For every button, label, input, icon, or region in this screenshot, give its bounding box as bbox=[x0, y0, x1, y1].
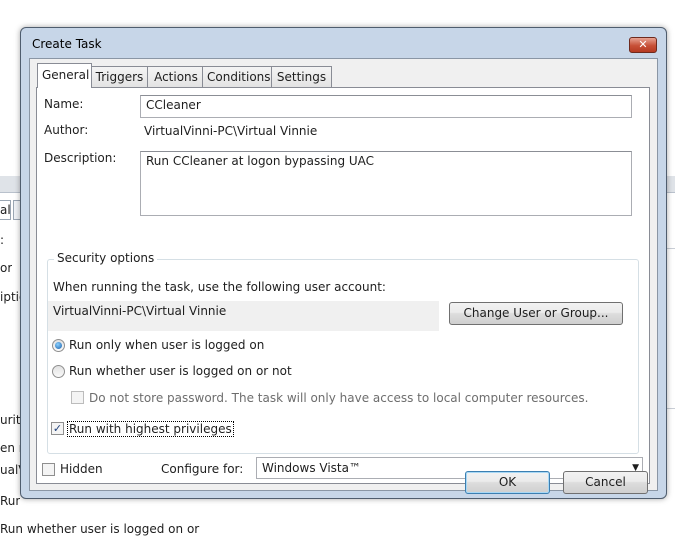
background-divider bbox=[667, 248, 675, 249]
author-label: Author: bbox=[44, 123, 89, 137]
highest-privileges-checkbox[interactable]: ✓ bbox=[51, 422, 64, 435]
dialog-client-area: General Triggers Actions Conditions Sett… bbox=[29, 58, 658, 491]
title-bar[interactable]: Create Task ✕ bbox=[21, 28, 666, 58]
background-divider bbox=[667, 408, 675, 409]
background-label: Run bbox=[0, 494, 20, 508]
ok-button[interactable]: OK bbox=[465, 471, 550, 494]
no-store-password-checkbox[interactable] bbox=[71, 391, 84, 404]
author-value: VirtualVinni-PC\Virtual Vinnie bbox=[144, 124, 318, 138]
tab-general[interactable]: General bbox=[37, 63, 92, 88]
name-input[interactable]: CCleaner bbox=[140, 95, 632, 118]
background-label: or: bbox=[0, 261, 12, 275]
no-store-password-label[interactable]: Do not store password. The task will onl… bbox=[89, 391, 588, 405]
background-label: en ru bbox=[0, 441, 20, 455]
run-whether-radio[interactable] bbox=[52, 365, 65, 378]
hidden-checkbox[interactable] bbox=[42, 463, 55, 476]
user-account-box: VirtualVinni-PC\Virtual Vinnie bbox=[48, 301, 439, 331]
description-textarea[interactable]: Run CCleaner at logon bypassing UAC bbox=[140, 151, 632, 216]
dialog-title: Create Task bbox=[32, 37, 102, 51]
security-options-legend: Security options bbox=[54, 251, 158, 265]
create-task-dialog: Create Task ✕ General Triggers Actions C… bbox=[20, 27, 667, 499]
hidden-label[interactable]: Hidden bbox=[60, 462, 103, 476]
background-bottom-text: Run whether user is logged on or not bbox=[0, 522, 200, 536]
tab-triggers[interactable]: Triggers bbox=[89, 66, 150, 87]
background-tab: al bbox=[0, 200, 11, 220]
account-prompt: When running the task, use the following… bbox=[53, 280, 386, 294]
user-account-value: VirtualVinni-PC\Virtual Vinnie bbox=[53, 304, 227, 318]
run-logged-on-radio[interactable] bbox=[52, 339, 65, 352]
run-whether-label[interactable]: Run whether user is logged on or not bbox=[69, 364, 292, 378]
tab-settings[interactable]: Settings bbox=[271, 66, 332, 87]
tab-actions[interactable]: Actions bbox=[147, 66, 205, 87]
cancel-button[interactable]: Cancel bbox=[563, 471, 648, 494]
highest-privileges-label[interactable]: Run with highest privileges bbox=[67, 421, 234, 437]
configure-for-value: Windows Vista™ bbox=[262, 461, 361, 475]
background-label: urity bbox=[0, 413, 20, 427]
close-button[interactable]: ✕ bbox=[629, 37, 657, 53]
checkmark-icon: ✓ bbox=[52, 422, 63, 435]
tab-conditions[interactable]: Conditions bbox=[202, 66, 274, 87]
change-user-button[interactable]: Change User or Group... bbox=[449, 302, 623, 325]
background-label: iptio bbox=[0, 290, 22, 304]
background-label: ualV bbox=[0, 463, 20, 477]
description-label: Description: bbox=[44, 151, 117, 165]
name-label: Name: bbox=[44, 97, 84, 111]
radio-selected-dot bbox=[55, 342, 62, 349]
close-icon: ✕ bbox=[638, 38, 648, 51]
background-label: : bbox=[0, 233, 5, 247]
configure-for-label: Configure for: bbox=[161, 462, 244, 476]
general-tab-panel: Name: CCleaner Author: VirtualVinni-PC\V… bbox=[36, 87, 650, 484]
run-logged-on-label[interactable]: Run only when user is logged on bbox=[69, 338, 264, 352]
